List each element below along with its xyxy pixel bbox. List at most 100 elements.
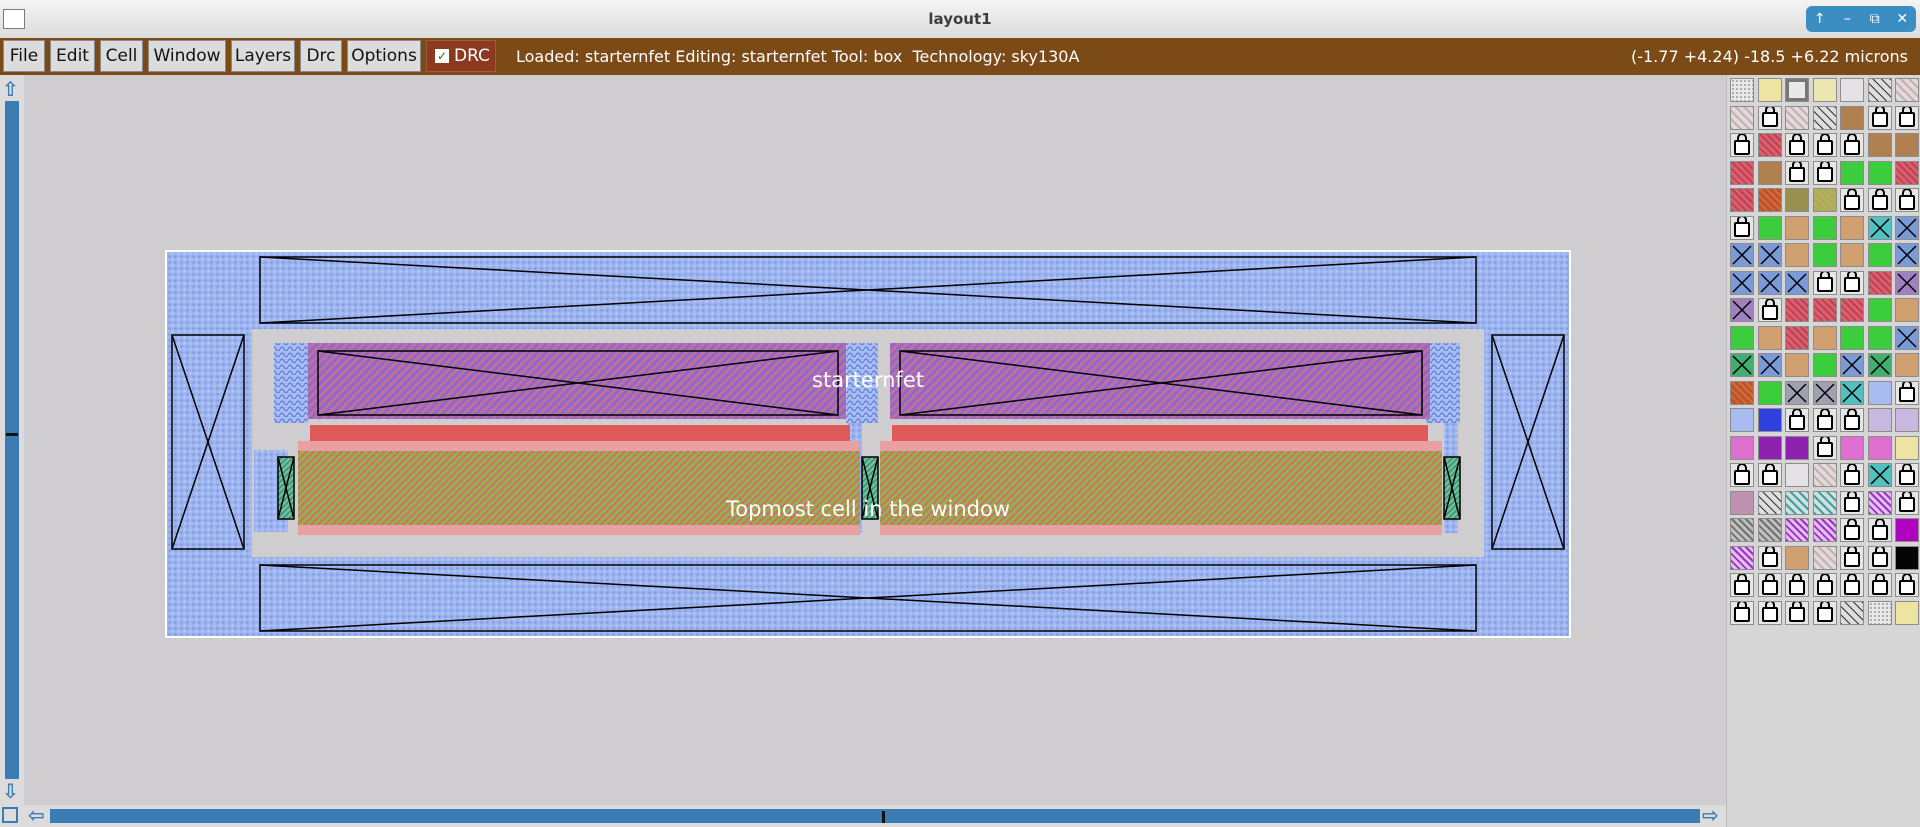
layer-lock-icon[interactable]	[1895, 573, 1919, 597]
layer-swatch-stripe[interactable]	[1812, 545, 1837, 570]
layer-lock-icon[interactable]	[1867, 188, 1892, 212]
layer-swatch-lightyellow[interactable]	[1812, 78, 1837, 102]
layer-lock-icon[interactable]	[1840, 573, 1864, 597]
layer-swatch-olive[interactable]	[1785, 188, 1809, 212]
layer-swatch-lightblue[interactable]	[1730, 408, 1754, 432]
scroll-left-arrow-icon[interactable]: ⇦	[28, 803, 45, 827]
layer-swatch-stripe[interactable]	[1785, 105, 1809, 130]
layer-contact-swatch[interactable]	[1867, 215, 1892, 240]
layer-swatch-brown[interactable]	[1895, 133, 1919, 157]
layer-swatch-violet[interactable]	[1867, 490, 1892, 515]
layer-swatch-yellow[interactable]	[1757, 78, 1782, 102]
layer-lock-icon[interactable]	[1895, 463, 1919, 487]
drc-toggle[interactable]: ✓ DRC	[426, 40, 496, 72]
menu-options[interactable]: Options	[347, 40, 421, 72]
layer-swatch-yellow[interactable]	[1895, 600, 1919, 625]
layer-lock-icon[interactable]	[1757, 298, 1782, 322]
layer-swatch-red[interactable]	[1757, 133, 1782, 157]
layer-lock-icon[interactable]	[1757, 573, 1782, 597]
layer-lock-icon[interactable]	[1757, 105, 1782, 130]
layer-swatch-orange[interactable]	[1730, 380, 1754, 405]
layer-swatch-tan[interactable]	[1757, 325, 1782, 350]
menu-window[interactable]: Window	[148, 40, 226, 72]
layer-lock-icon[interactable]	[1867, 545, 1892, 570]
layer-swatch-tan[interactable]	[1812, 325, 1837, 350]
layer-contact-swatch[interactable]	[1730, 353, 1754, 377]
layer-swatch-green[interactable]	[1867, 243, 1892, 267]
layer-contact-swatch[interactable]	[1895, 243, 1919, 267]
layer-lock-icon[interactable]	[1895, 490, 1919, 515]
layer-swatch-red[interactable]	[1867, 270, 1892, 295]
layer-swatch-light[interactable]	[1840, 78, 1864, 102]
layer-swatch-violet[interactable]	[1730, 545, 1754, 570]
minimize-icon[interactable]: –	[1835, 11, 1859, 27]
layer-swatch-diag[interactable]	[1867, 78, 1892, 102]
layout-canvas[interactable]: starternfet Topmost cell in the window	[24, 75, 1726, 805]
layer-contact-swatch[interactable]	[1785, 270, 1809, 295]
layer-swatch-purple[interactable]	[1785, 435, 1809, 460]
vertical-scrollbar[interactable]: ⇧ ⇩	[0, 75, 24, 805]
layer-swatch-diag[interactable]	[1840, 600, 1864, 625]
layer-swatch-lavender[interactable]	[1867, 408, 1892, 432]
layer-lock-icon[interactable]	[1895, 188, 1919, 212]
layer-lock-icon[interactable]	[1867, 105, 1892, 130]
layer-lock-icon[interactable]	[1785, 408, 1809, 432]
close-icon[interactable]: ✕	[1890, 11, 1914, 27]
menu-edit[interactable]: Edit	[50, 40, 95, 72]
layer-contact-swatch[interactable]	[1895, 325, 1919, 350]
zoom-box-icon[interactable]	[2, 807, 18, 823]
layer-swatch-pink[interactable]	[1840, 435, 1864, 460]
layer-swatch-stripe[interactable]	[1730, 105, 1754, 130]
layer-swatch-red[interactable]	[1812, 298, 1837, 322]
scroll-right-arrow-icon[interactable]: ⇨	[1702, 803, 1719, 827]
layer-swatch-green[interactable]	[1867, 325, 1892, 350]
layer-swatch-green[interactable]	[1840, 160, 1864, 185]
layer-lock-icon[interactable]	[1785, 133, 1809, 157]
layer-contact-swatch[interactable]	[1730, 270, 1754, 295]
layer-lock-icon[interactable]	[1840, 408, 1864, 432]
layer-contact-swatch[interactable]	[1757, 353, 1782, 377]
layer-swatch-teal[interactable]	[1812, 490, 1837, 515]
layer-swatch-magenta[interactable]	[1895, 518, 1919, 542]
layer-swatch-purple[interactable]	[1757, 435, 1782, 460]
layer-swatch-mauve[interactable]	[1730, 490, 1754, 515]
layer-swatch-black[interactable]	[1895, 545, 1919, 570]
layer-swatch-green[interactable]	[1812, 353, 1837, 377]
layer-contact-swatch[interactable]	[1757, 270, 1782, 295]
layer-swatch-diag[interactable]	[1812, 105, 1837, 130]
vertical-scroll-thumb[interactable]	[6, 433, 18, 436]
layer-swatch-brown[interactable]	[1867, 133, 1892, 157]
layer-swatch-tan[interactable]	[1785, 545, 1809, 570]
menu-drc[interactable]: Drc	[300, 40, 342, 72]
layer-swatch-lavender[interactable]	[1895, 408, 1919, 432]
layer-contact-swatch[interactable]	[1730, 243, 1754, 267]
layer-swatch-lime[interactable]	[1812, 188, 1837, 212]
layer-swatch-pink[interactable]	[1867, 435, 1892, 460]
layer-swatch-dots[interactable]	[1730, 78, 1754, 102]
layer-contact-swatch[interactable]	[1895, 215, 1919, 240]
layer-contact-swatch[interactable]	[1867, 463, 1892, 487]
layer-swatch-brown[interactable]	[1757, 160, 1782, 185]
layer-swatch-red[interactable]	[1785, 325, 1809, 350]
layer-lock-icon[interactable]	[1812, 435, 1837, 460]
layer-lock-icon[interactable]	[1812, 270, 1837, 295]
layer-lock-icon[interactable]	[1840, 188, 1864, 212]
layer-contact-swatch[interactable]	[1812, 380, 1837, 405]
shade-window-icon[interactable]: ↑	[1808, 11, 1832, 27]
layer-lock-icon[interactable]	[1812, 408, 1837, 432]
layer-swatch-blue[interactable]	[1757, 408, 1782, 432]
layer-lock-icon[interactable]	[1730, 600, 1754, 625]
layer-contact-swatch[interactable]	[1840, 380, 1864, 405]
layer-swatch-violet[interactable]	[1812, 518, 1837, 542]
layer-lock-icon[interactable]	[1812, 573, 1837, 597]
layer-swatch-green[interactable]	[1867, 298, 1892, 322]
layer-swatch-red[interactable]	[1730, 160, 1754, 185]
layer-swatch-green[interactable]	[1867, 160, 1892, 185]
layer-swatch-red[interactable]	[1840, 298, 1864, 322]
layer-lock-icon[interactable]	[1785, 573, 1809, 597]
layer-swatch-gray[interactable]	[1730, 518, 1754, 542]
layer-swatch-red[interactable]	[1730, 188, 1754, 212]
layer-lock-icon[interactable]	[1840, 133, 1864, 157]
layer-contact-swatch[interactable]	[1840, 353, 1864, 377]
layer-swatch-diag[interactable]	[1757, 490, 1782, 515]
